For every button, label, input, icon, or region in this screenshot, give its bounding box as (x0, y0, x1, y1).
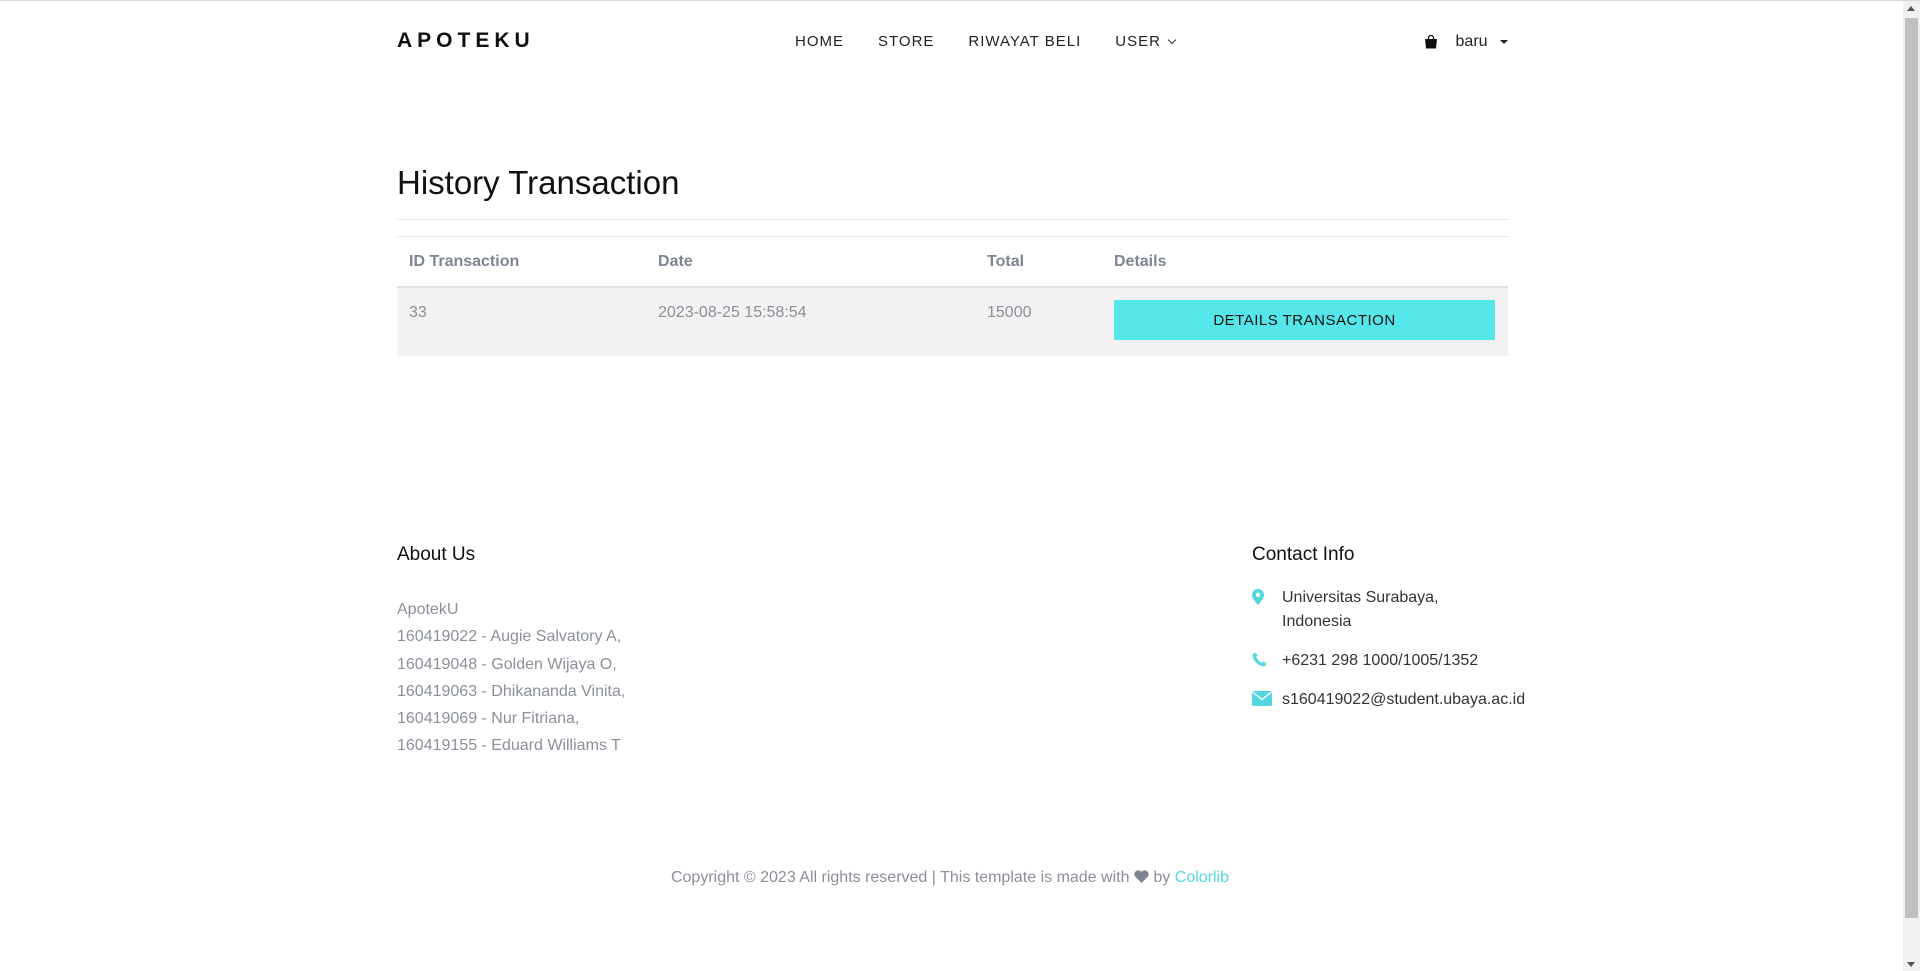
footer-contact: Contact Info Universitas Surabaya, Indon… (1252, 544, 1552, 727)
about-line: 160419022 - Augie Salvatory A, (397, 628, 622, 646)
nav-user-label: USER (1115, 33, 1161, 50)
nav-home[interactable]: HOME (795, 33, 844, 50)
cell-transaction-id: 33 (409, 304, 427, 321)
chevron-down-icon (1167, 35, 1177, 44)
about-heading: About Us (397, 544, 476, 565)
page-title: History Transaction (397, 164, 680, 201)
cell-date: 2023-08-25 15:58:54 (658, 304, 807, 321)
about-line: 160419063 - Dhikananda Vinita, (397, 682, 626, 700)
about-line: 160419155 - Eduard Williams T (397, 737, 621, 755)
footer-about: About Us ApotekU 160419022 - Augie Salva… (397, 544, 897, 760)
about-line: 160419069 - Nur Fitriana, (397, 710, 580, 728)
phone-number: +6231 298 1000/1005/1352 (1282, 652, 1479, 669)
shopping-bag-icon[interactable] (1424, 34, 1438, 49)
nav-riwayat-beli[interactable]: RIWAYAT BELI (968, 33, 1081, 50)
user-area: baru (1424, 33, 1508, 51)
contact-heading: Contact Info (1252, 544, 1355, 565)
caret-down-icon (1500, 39, 1508, 44)
user-menu-toggle[interactable]: baru (1456, 33, 1508, 51)
vertical-scrollbar[interactable] (1903, 1, 1920, 971)
heart-icon (1134, 870, 1149, 888)
email-address[interactable]: s160419022@student.ubaya.ac.id (1282, 688, 1525, 712)
copyright-by: by (1153, 869, 1171, 886)
column-header-details: Details (1102, 236, 1508, 288)
map-pin-icon (1252, 586, 1282, 605)
copyright: Copyright © 2023 All rights reserved | T… (0, 869, 1900, 888)
cell-total: 15000 (987, 304, 1032, 321)
cell-details: DETAILS TRANSACTION (1102, 287, 1508, 356)
table-row: 33 2023-08-25 15:58:54 15000 DETAILS TRA… (397, 287, 1508, 356)
nav-riwayat-beli-label: RIWAYAT BELI (968, 33, 1082, 50)
copyright-text: Copyright © 2023 All rights reserved | T… (670, 869, 1130, 886)
scrollbar-thumb[interactable] (1905, 18, 1918, 918)
nav-store[interactable]: STORE (878, 33, 934, 50)
transaction-table: ID Transaction Date Total Details 33 202… (397, 236, 1508, 356)
nav-user-dropdown[interactable]: USER (1115, 33, 1177, 50)
nav-home-label: HOME (795, 33, 844, 50)
phone-icon (1252, 649, 1282, 667)
contact-email: s160419022@student.ubaya.ac.id (1252, 688, 1552, 712)
column-header-date: Date (646, 236, 975, 288)
site-logo[interactable]: APOTEKU (397, 29, 535, 53)
about-line: ApotekU (397, 601, 459, 618)
address-line-1: Universitas Surabaya, (1282, 589, 1439, 606)
contact-address: Universitas Surabaya, Indonesia (1252, 586, 1552, 634)
title-divider (397, 219, 1508, 220)
main-content: History Transaction ID Transaction Date … (397, 161, 1508, 356)
site-header: APOTEKU HOME STORE RIWAYAT BELI USER bar… (397, 1, 1508, 85)
address-line-2: Indonesia (1282, 613, 1352, 630)
colorlib-link[interactable]: Colorlib (1175, 869, 1229, 886)
contact-phone: +6231 298 1000/1005/1352 (1252, 649, 1552, 673)
nav-store-label: STORE (878, 33, 935, 50)
user-name: baru (1455, 33, 1488, 50)
details-transaction-button[interactable]: DETAILS TRANSACTION (1114, 300, 1495, 340)
page: APOTEKU HOME STORE RIWAYAT BELI USER bar… (0, 0, 1920, 971)
main-nav: HOME STORE RIWAYAT BELI USER (795, 33, 1209, 50)
table-header-row: ID Transaction Date Total Details (397, 236, 1508, 288)
column-header-id: ID Transaction (397, 236, 646, 288)
about-line: 160419048 - Golden Wijaya O, (397, 655, 617, 673)
scroll-down-arrow-icon[interactable] (1907, 962, 1915, 967)
envelope-icon (1252, 688, 1282, 706)
scroll-up-arrow-icon[interactable] (1907, 6, 1915, 11)
column-header-total: Total (975, 236, 1102, 288)
